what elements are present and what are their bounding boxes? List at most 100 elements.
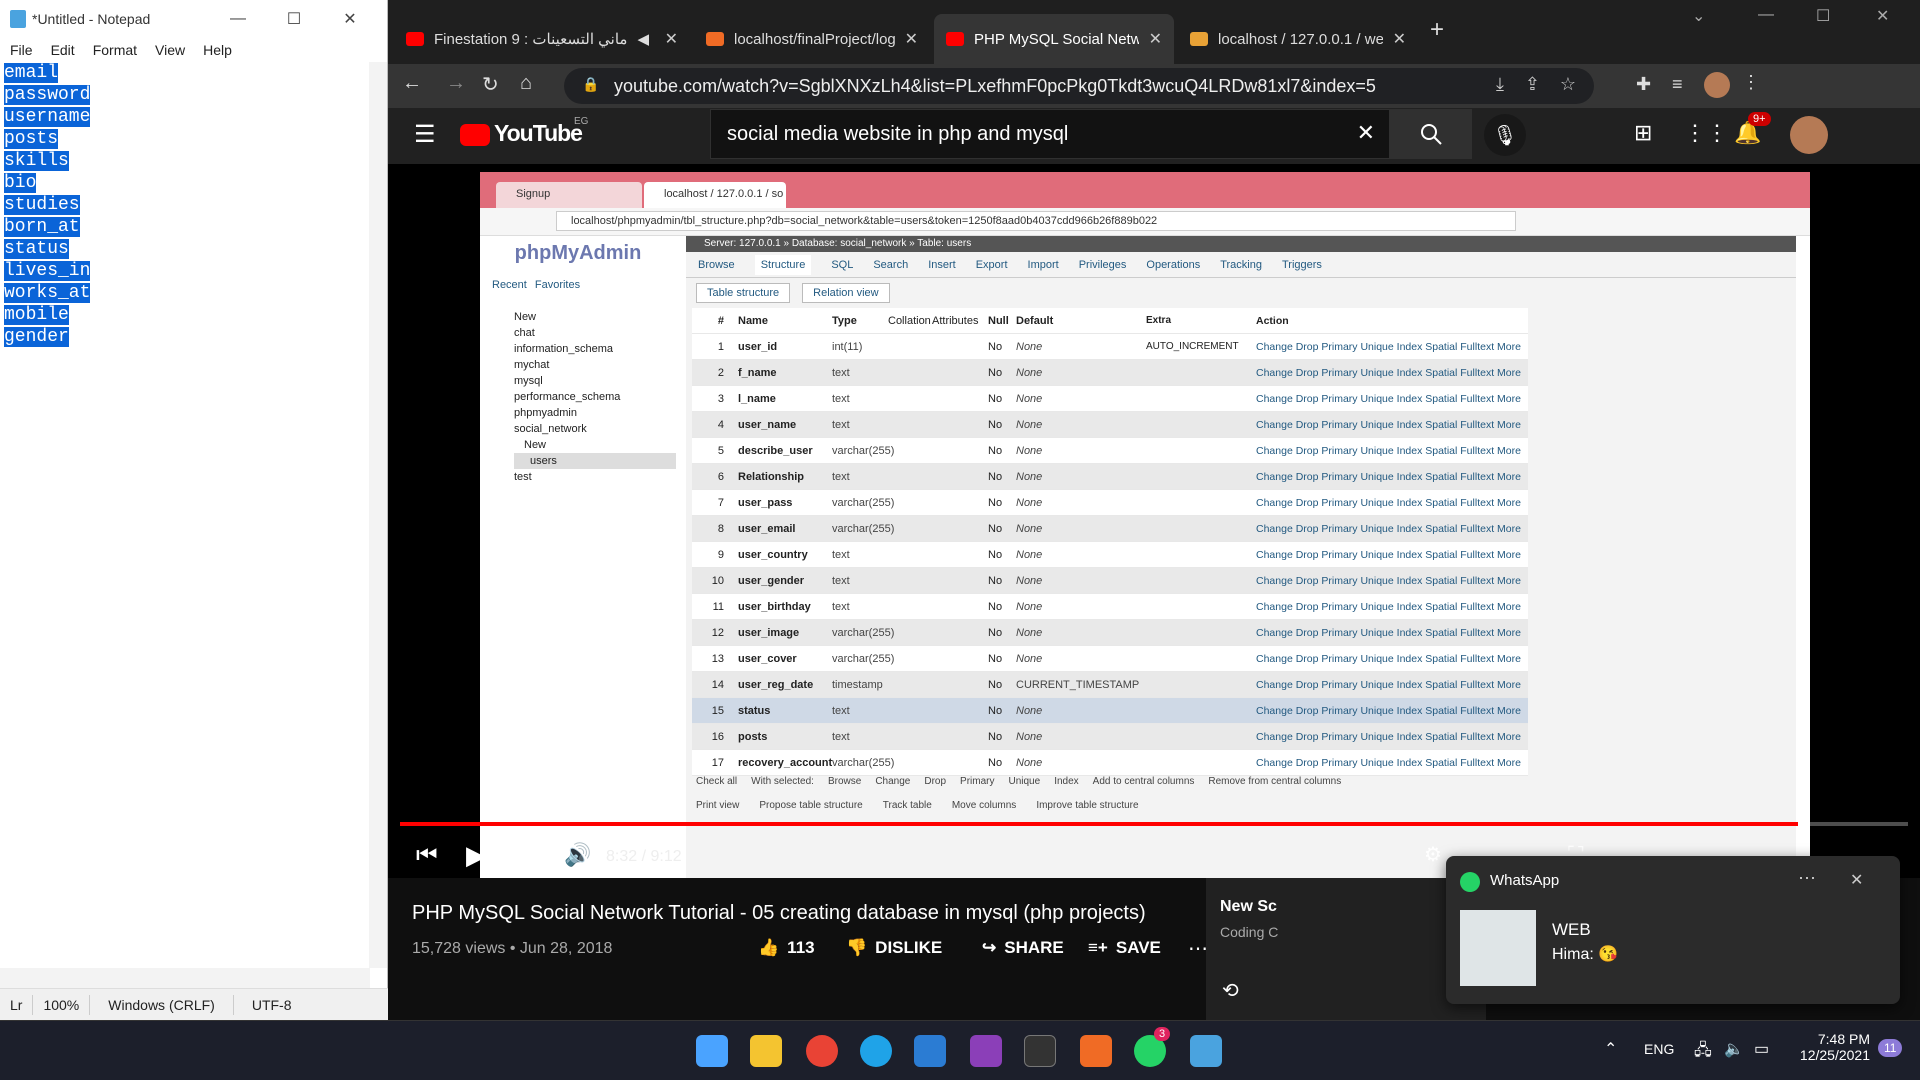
table-cell: 3 [717, 392, 724, 405]
battery-icon[interactable]: ▭ [1754, 1039, 1769, 1059]
bookmark-icon[interactable]: ☆ [1560, 74, 1576, 95]
intellij-icon[interactable] [970, 1035, 1002, 1067]
notepad-text-area[interactable]: email password username posts skills bio… [4, 62, 370, 348]
text-line: born_at [4, 217, 80, 237]
menu-view[interactable]: View [155, 42, 185, 58]
table-cell: varchar(255) [832, 522, 895, 535]
dislike-button[interactable]: 👎 DISLIKE [846, 938, 942, 958]
loop-icon[interactable]: ⟲ [1222, 978, 1239, 1003]
clock[interactable]: 7:48 PM 12/25/2021 [1790, 1031, 1870, 1063]
new-tab-icon[interactable]: + [1430, 16, 1444, 44]
notepad-statusbar: Lr 100% Windows (CRLF) UTF-8 [0, 988, 388, 1020]
start-icon[interactable] [696, 1035, 728, 1067]
close-icon[interactable]: ✕ [1876, 6, 1889, 26]
restore-icon[interactable]: ☐ [1816, 6, 1830, 26]
tab-search-icon[interactable]: ⌄ [1692, 6, 1705, 26]
hamburger-icon[interactable]: ☰ [414, 120, 436, 149]
volume-icon[interactable]: 🔊 [564, 842, 591, 868]
table-cell: None [1016, 730, 1043, 743]
create-icon[interactable]: ⊞ [1634, 120, 1652, 146]
network-icon[interactable]: 🖧 [1694, 1039, 1712, 1066]
youtube-logo-text[interactable]: YouTube [494, 120, 583, 147]
notification-close-icon[interactable]: ✕ [1850, 870, 1863, 890]
phpmyadmin-icon [1190, 32, 1208, 46]
menu-help[interactable]: Help [203, 42, 232, 58]
volume-icon[interactable]: 🔈 [1724, 1039, 1744, 1059]
minimize-button[interactable]: — [210, 0, 266, 38]
tab-close-icon[interactable]: ✕ [1139, 29, 1162, 49]
table-cell: varchar(255) [832, 626, 895, 639]
horizontal-scrollbar[interactable] [0, 968, 370, 988]
table-cell: 7 [717, 496, 724, 509]
share-icon[interactable]: ⇪ [1525, 74, 1540, 95]
menu-edit[interactable]: Edit [51, 42, 75, 58]
tab-close-icon[interactable]: ✕ [1383, 29, 1406, 49]
extensions-icon[interactable]: ✚ [1636, 74, 1651, 95]
forward-icon[interactable]: → [446, 72, 466, 95]
table-row: 17 recovery_account varchar(255) No None Chan… [692, 750, 1528, 776]
apps-icon[interactable]: ⋮⋮ [1684, 120, 1728, 146]
table-row: 1 user_id int(11) No None AUTO_INCREMENT Chang… [692, 334, 1528, 360]
tab-login[interactable]: localhost/finalProject/login.php ✕ [694, 14, 930, 64]
whatsapp-notification[interactable]: WhatsApp ⋯ ✕ WEB Hima: 😘 [1446, 856, 1900, 1004]
chrome-icon[interactable] [806, 1035, 838, 1067]
tab-close-icon[interactable]: ✕ [655, 29, 678, 49]
previous-icon[interactable]: ⏮ [416, 842, 438, 870]
install-icon[interactable]: ⤓ [1496, 74, 1504, 95]
vertical-scrollbar[interactable] [369, 62, 387, 968]
search-input[interactable]: social media website in php and mysql ✕ [710, 109, 1390, 159]
tab-finestation[interactable]: Finestation 9 : ماني التسعينات ◀ ✕ [394, 14, 690, 64]
tab-youtube-active[interactable]: PHP MySQL Social Network Tuto ✕ [934, 14, 1174, 64]
text-line: password [4, 85, 91, 105]
menu-file[interactable]: File [10, 42, 33, 58]
terminal-icon[interactable] [1024, 1035, 1056, 1067]
reload-icon[interactable]: ↻ [482, 72, 499, 97]
edge-icon[interactable] [860, 1035, 892, 1067]
vscode-icon[interactable] [914, 1035, 946, 1067]
save-button[interactable]: ≡+ SAVE [1088, 938, 1161, 958]
mic-icon[interactable]: 🎙 [1484, 114, 1526, 156]
file-explorer-icon[interactable] [750, 1035, 782, 1067]
notification-center-badge[interactable]: 11 [1878, 1039, 1903, 1057]
url-field[interactable]: 🔒 youtube.com/watch?v=SgblXNXzLh4&list=P… [564, 68, 1594, 104]
video-player[interactable]: Signup localhost / 127.0.0.1 / so localh… [388, 164, 1920, 886]
language-indicator[interactable]: ENG [1644, 1041, 1674, 1057]
table-cell: 12 [711, 626, 724, 639]
notepad-icon[interactable] [1190, 1035, 1222, 1067]
home-icon[interactable]: ⌂ [520, 72, 532, 95]
search-button[interactable] [1390, 109, 1472, 159]
close-button[interactable]: ✕ [322, 0, 378, 38]
playlist-title[interactable]: New Sc [1220, 898, 1277, 916]
menu-format[interactable]: Format [93, 42, 137, 58]
tab-phpmyadmin[interactable]: localhost / 127.0.0.1 / web_proje ✕ [1178, 14, 1418, 64]
pma-breadcrumb: Server: 127.0.0.1 » Database: social_net… [686, 236, 1796, 252]
back-icon[interactable]: ← [402, 72, 422, 95]
audio-icon[interactable]: ◀ [637, 30, 649, 48]
progress-bar[interactable] [400, 822, 1908, 826]
more-actions-icon[interactable]: ⋯ [1188, 936, 1208, 961]
like-button[interactable]: 👍 113 [758, 938, 815, 958]
play-icon[interactable]: ▶ [466, 840, 486, 871]
table-cell: Change Drop Primary Unique Index Spatial… [1256, 704, 1521, 717]
profile-avatar[interactable] [1704, 72, 1730, 98]
next-icon[interactable]: ⏭ [514, 842, 536, 870]
table-cell: None [1016, 496, 1043, 509]
tab-bar: Finestation 9 : ماني التسعينات ◀ ✕ local… [388, 0, 1920, 64]
chrome-menu-icon[interactable]: ⋮ [1742, 72, 1760, 93]
notification-more-icon[interactable]: ⋯ [1798, 868, 1816, 889]
maximize-button[interactable]: ☐ [266, 0, 322, 38]
xampp-icon[interactable] [1080, 1035, 1112, 1067]
text-line: mobile [4, 305, 69, 325]
share-button[interactable]: ↪ SHARE [982, 938, 1064, 958]
media-icon[interactable]: ≡ [1672, 74, 1683, 95]
avatar[interactable] [1790, 116, 1828, 154]
settings-icon[interactable]: ⚙ [1424, 842, 1442, 867]
tab-close-icon[interactable]: ✕ [895, 29, 918, 49]
youtube-logo-icon[interactable] [460, 124, 490, 146]
minimize-icon[interactable]: — [1758, 6, 1774, 24]
clear-search-icon[interactable]: ✕ [1357, 120, 1375, 146]
pma-structure-table: # Name Type Collation Attributes Null De… [692, 308, 1528, 776]
pma-tab-signup: Signup [496, 182, 642, 208]
table-row: 5 describe_user varchar(255) No None Change D… [692, 438, 1528, 464]
chevron-up-icon[interactable]: ⌃ [1604, 1039, 1617, 1059]
